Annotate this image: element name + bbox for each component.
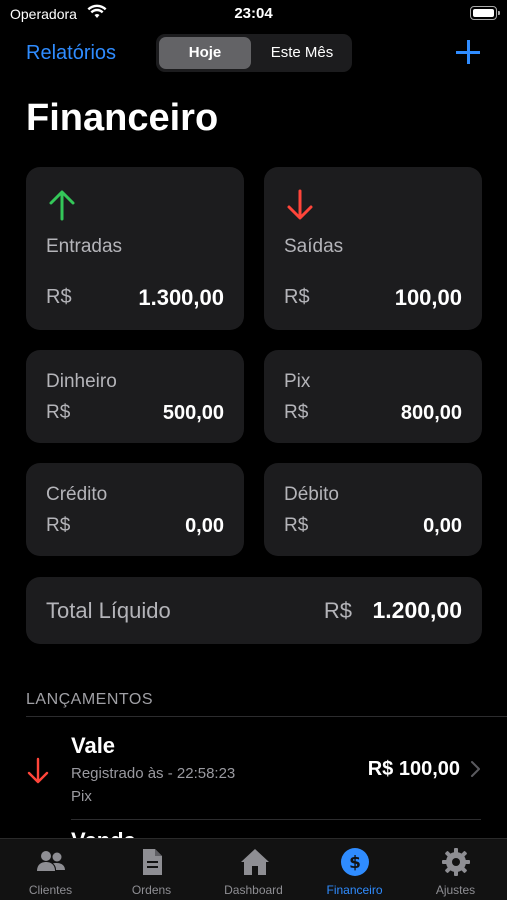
entradas-value: 1.300,00 [138,285,224,310]
gear-icon [442,848,470,876]
debito-value: 0,00 [423,515,462,537]
pix-value: 800,00 [400,402,462,424]
list-item-amount: R$ 100,00 [367,758,460,780]
list-item-method: Pix [71,788,92,805]
svg-text:$: $ [349,853,361,873]
saidas-card: Saídas R$ 100,00 [264,167,482,330]
credito-currency: R$ [46,515,71,536]
dinheiro-value: 500,00 [162,402,224,424]
credito-label: Crédito [46,484,108,505]
divider [71,819,481,820]
tab-ajustes[interactable]: Ajustes [405,839,506,900]
document-icon [143,849,162,875]
tab-ordens[interactable]: Ordens [101,839,202,900]
plus-icon[interactable] [456,40,480,64]
arrow-down-icon [287,189,313,220]
total-label: Total Líquido [46,598,171,623]
credito-card: Crédito R$ 0,00 [26,463,244,556]
chevron-right-icon [471,761,480,777]
tab-dashboard[interactable]: Dashboard [203,839,304,900]
entradas-label: Entradas [46,236,123,257]
arrow-up-icon [49,190,75,221]
tab-label: Clientes [28,883,73,897]
credito-value: 0,00 [185,515,224,537]
saidas-label: Saídas [284,236,344,257]
list-item-title: Vale [71,733,116,758]
pix-label: Pix [284,371,311,392]
saidas-currency: R$ [284,286,310,308]
dinheiro-card: Dinheiro R$ 500,00 [26,350,244,443]
page-title: Financeiro [26,97,219,139]
section-header: LANÇAMENTOS [26,691,154,708]
tab-label: Ordens [131,883,172,897]
tab-clientes[interactable]: Clientes [0,839,101,900]
debito-card: Débito R$ 0,00 [264,463,482,556]
clock: 23:04 [234,5,273,22]
list-item-subtitle: Registrado às - 22:58:23 [71,765,236,782]
tab-label: Dashboard [224,883,283,897]
total-currency: R$ [323,598,352,623]
battery-icon [470,6,500,20]
total-liquido-card: Total Líquido R$ 1.200,00 [26,577,482,644]
navigation-bar: Relatórios Hoje Este Mês [0,32,507,74]
tab-financeiro[interactable]: $ Financeiro [304,839,405,900]
people-icon [37,851,65,871]
saidas-value: 100,00 [394,285,462,310]
dinheiro-label: Dinheiro [46,371,117,392]
tab-label: Financeiro [326,883,383,897]
segment-este-mes[interactable]: Este Mês [256,37,348,69]
relatorios-button[interactable]: Relatórios [26,42,116,65]
segment-hoje[interactable]: Hoje [159,37,251,69]
tab-bar: Clientes Ordens Dashboard $ Financeiro A… [0,838,507,900]
entradas-currency: R$ [46,286,72,308]
arrow-down-icon [27,757,49,784]
debito-currency: R$ [284,515,309,536]
total-value: 1.200,00 [372,597,462,623]
dollar-circle-icon: $ [341,848,369,876]
pix-card: Pix R$ 800,00 [264,350,482,443]
entradas-card: Entradas R$ 1.300,00 [26,167,244,330]
period-segmented-control: Hoje Este Mês [156,34,352,72]
debito-label: Débito [284,484,339,505]
tab-label: Ajustes [435,883,476,897]
pix-currency: R$ [284,402,309,423]
dinheiro-currency: R$ [46,402,71,423]
status-bar: Operadora 23:04 [0,0,507,28]
list-item[interactable]: Vale Registrado às - 22:58:23 Pix R$ 100… [0,717,507,820]
house-icon [241,849,269,875]
